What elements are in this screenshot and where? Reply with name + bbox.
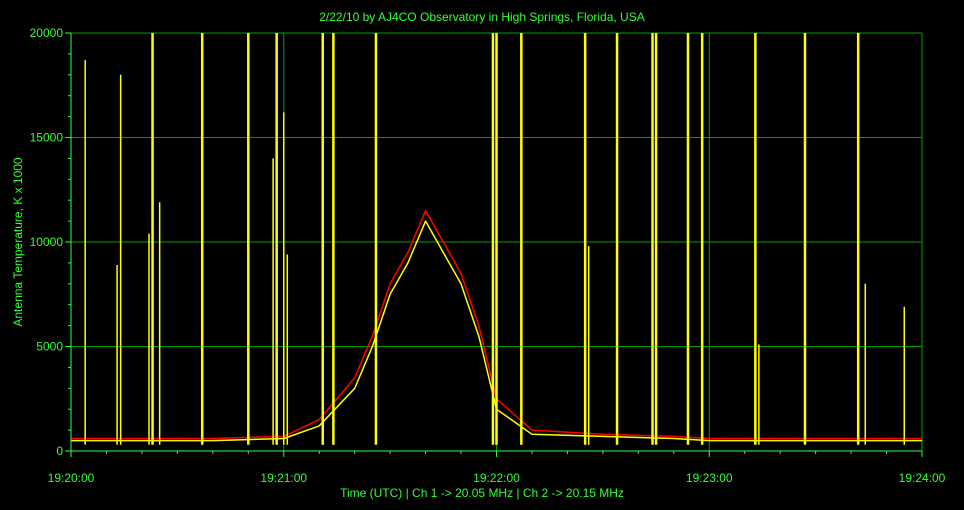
y-axis-label: Antenna Temperature, K x 1000 — [11, 157, 25, 327]
y-tick-label: 0 — [56, 444, 63, 458]
x-tick-label: 19:24:00 — [899, 471, 946, 485]
y-tick-label: 10000 — [30, 235, 64, 249]
x-tick-label: 19:20:00 — [48, 471, 95, 485]
x-tick-label: 19:21:00 — [260, 471, 307, 485]
y-tick-label: 15000 — [30, 131, 64, 145]
chart-background — [0, 0, 964, 510]
y-tick-label: 5000 — [36, 340, 63, 354]
antenna-temperature-chart: 0 5000 10000 15000 20000 19:20:00 19:21:00 19:2… — [0, 0, 964, 510]
x-tick-label: 19:23:00 — [686, 471, 733, 485]
y-tick-label: 20000 — [30, 26, 64, 40]
x-tick-label: 19:22:00 — [473, 471, 520, 485]
chart-title: 2/22/10 by AJ4CO Observatory in High Spr… — [319, 10, 645, 24]
x-axis-label: Time (UTC) | Ch 1 -> 20.05 MHz | Ch 2 ->… — [340, 486, 624, 500]
